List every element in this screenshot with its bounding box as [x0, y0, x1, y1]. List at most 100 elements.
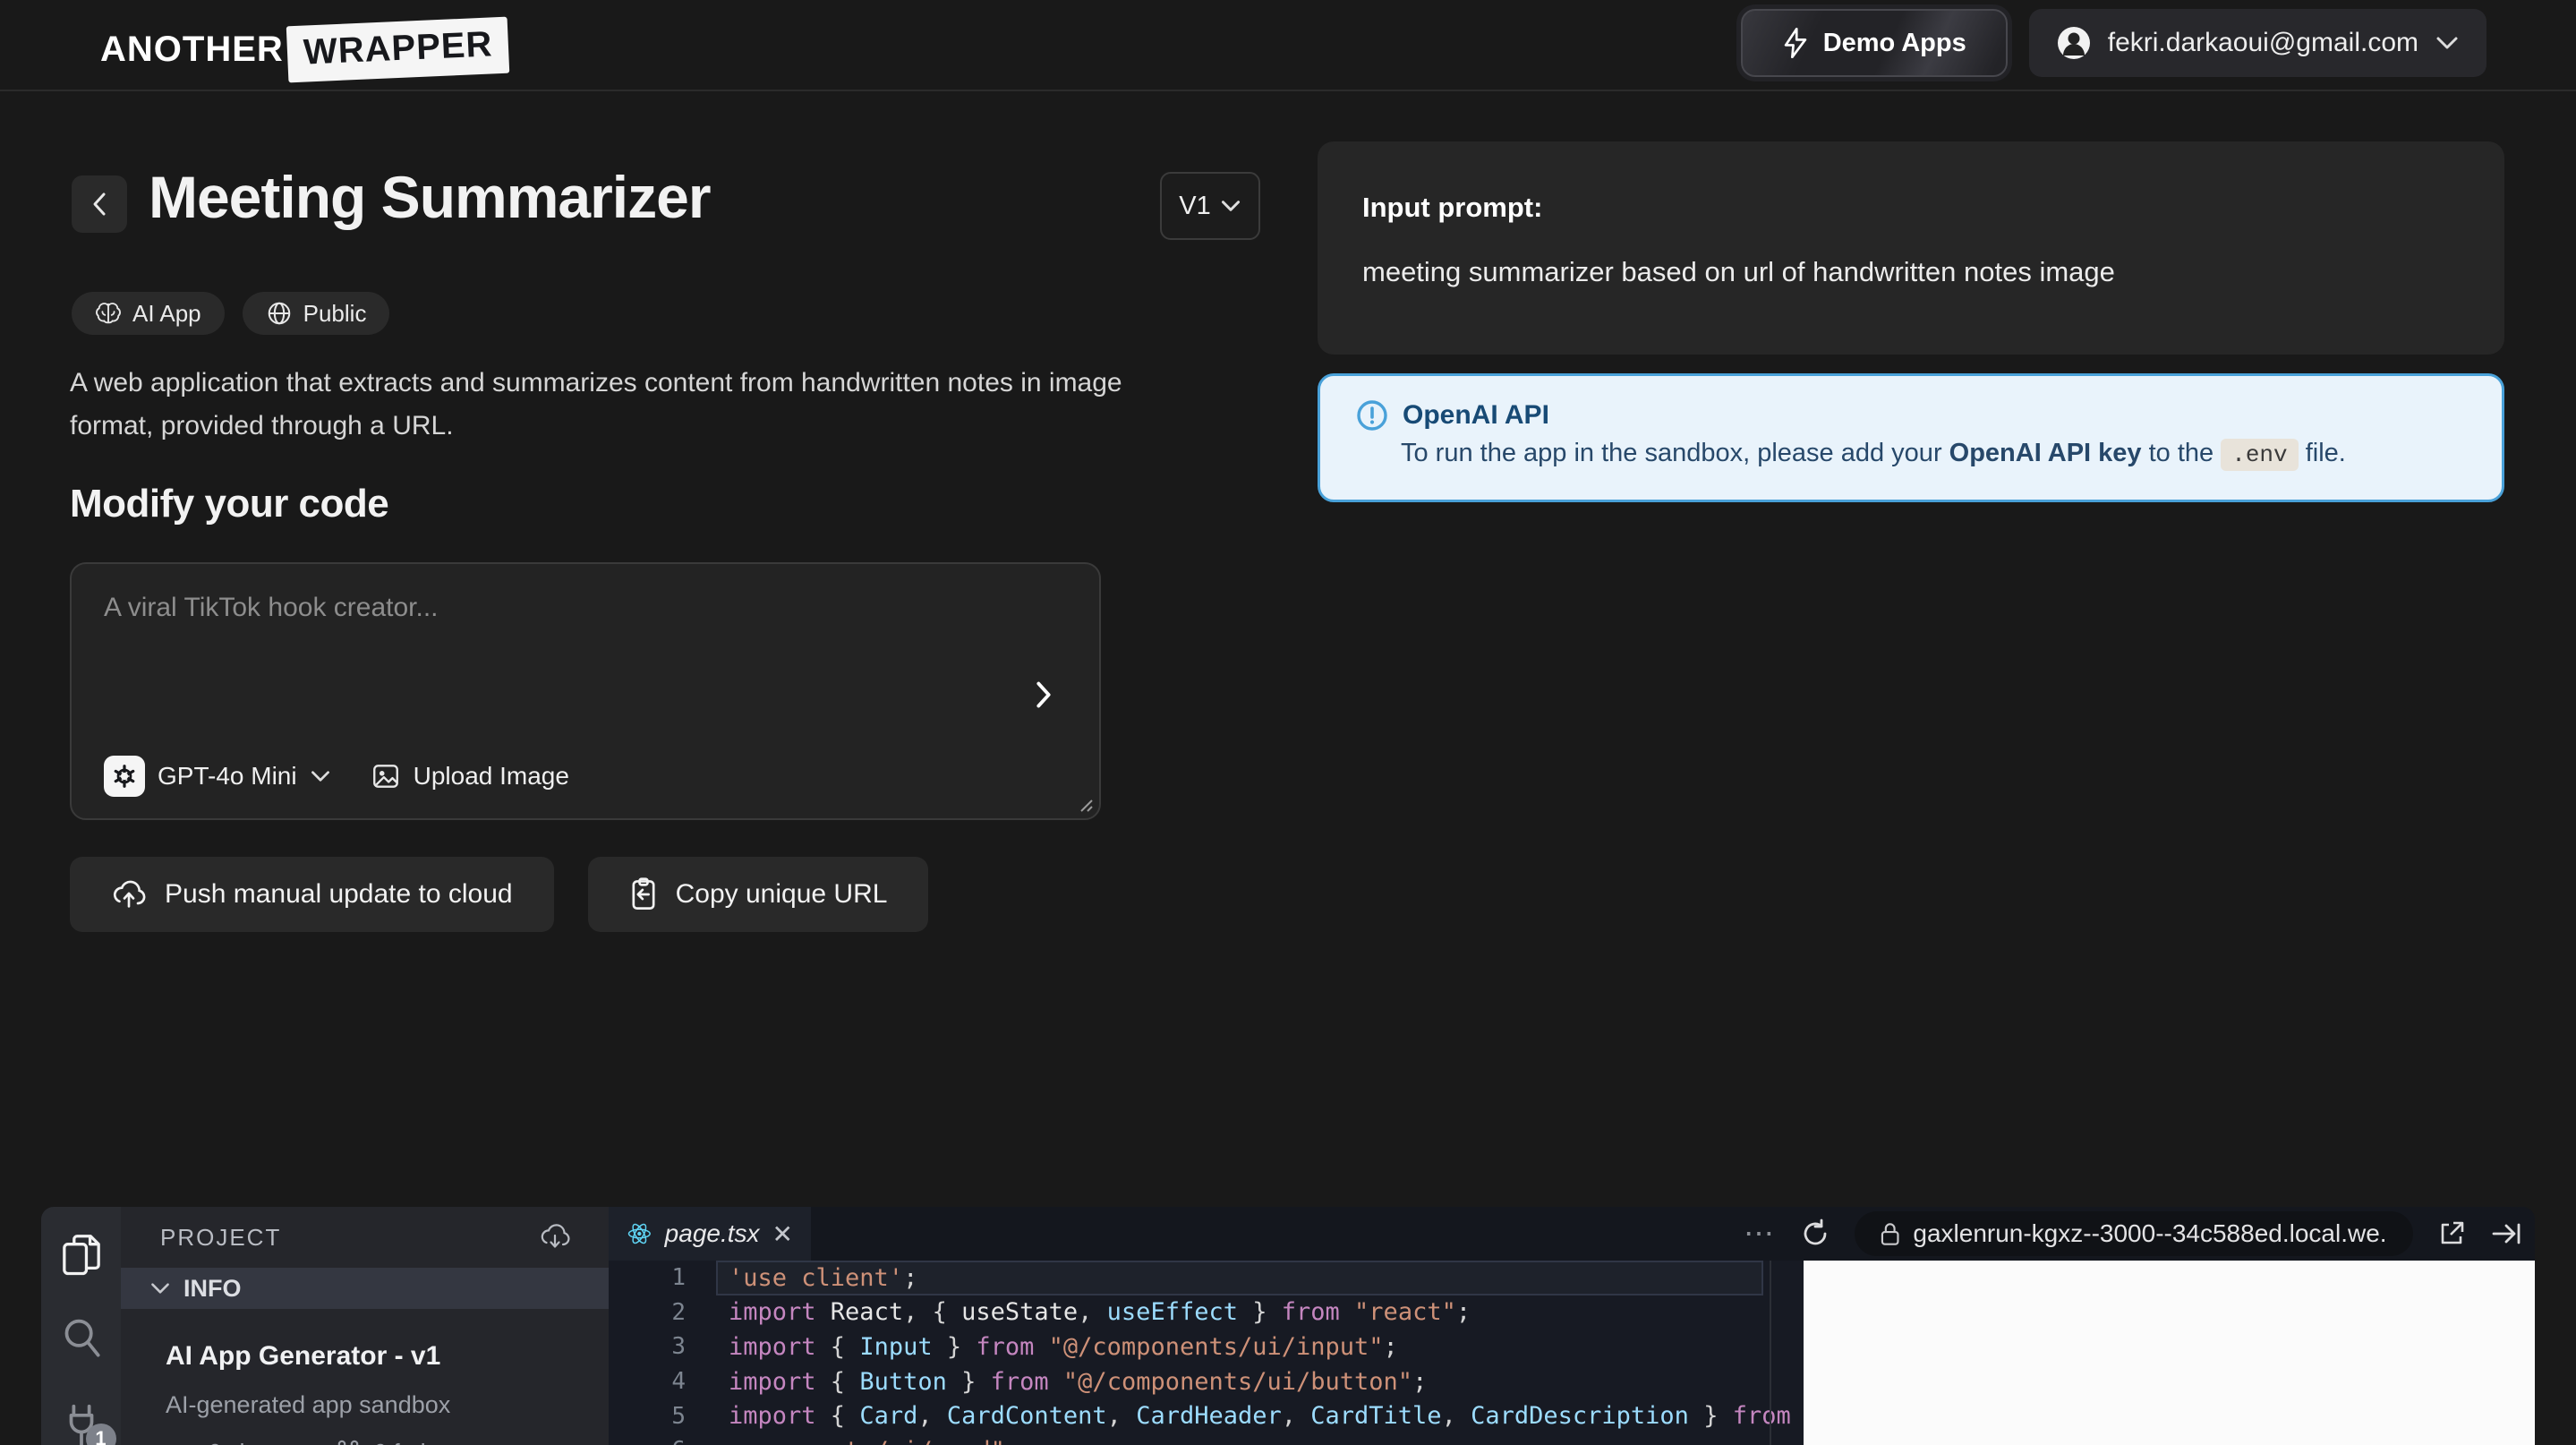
chevron-down-icon	[311, 771, 329, 782]
image-icon	[372, 765, 398, 788]
files-icon[interactable]	[60, 1232, 103, 1278]
globe-icon	[266, 300, 293, 327]
code-line[interactable]: 4 import { Button } from "@/components/ui…	[609, 1364, 1763, 1399]
demo-apps-button[interactable]: Demo Apps	[1740, 9, 2008, 77]
top-header: ANOTHER WRAPPER Demo Apps fekri.darkaoui…	[0, 0, 2576, 91]
logo-text-wrapper: WRAPPER	[286, 16, 510, 83]
lightning-icon	[1782, 28, 1809, 58]
openai-api-alert: OpenAI API To run the app in the sandbox…	[1318, 373, 2504, 502]
editor-scrollbar[interactable]	[1770, 1261, 1771, 1445]
code-line[interactable]: 6components/ui/card";	[609, 1433, 1763, 1445]
project-panel-label: PROJECT	[160, 1223, 282, 1251]
more-actions-icon[interactable]: ⋯	[1744, 1216, 1776, 1252]
ai-app-badge: AI App	[72, 292, 225, 335]
sandbox-app-subtitle: AI-generated app sandbox	[166, 1391, 451, 1418]
code-text: import React, { useState, useEffect } fr…	[729, 1298, 1471, 1327]
alert-body: To run the app in the sandbox, please ad…	[1401, 439, 2466, 471]
tab-filename: page.tsx	[664, 1219, 760, 1247]
anotherwrapper-logo[interactable]: ANOTHER WRAPPER	[100, 16, 510, 83]
eye-icon	[166, 1442, 194, 1445]
openai-logo-icon	[104, 756, 145, 797]
clipboard-icon	[632, 877, 655, 910]
logo-text-another: ANOTHER	[100, 30, 284, 69]
resize-handle[interactable]	[1074, 793, 1094, 813]
cloud-download-icon[interactable]	[539, 1224, 571, 1251]
app-root: ANOTHER WRAPPER Demo Apps fekri.darkaoui…	[0, 0, 2576, 1445]
demo-apps-label: Demo Apps	[1822, 28, 1966, 57]
upload-image-label: Upload Image	[413, 762, 569, 790]
code-text: import { Card, CardContent, CardHeader, …	[729, 1402, 1849, 1431]
forks-count: 0 forks	[374, 1439, 444, 1445]
chevron-down-icon	[2435, 35, 2460, 51]
code-area[interactable]: 1 'use client'; 2 import React, { useState,…	[609, 1261, 1849, 1445]
push-to-cloud-button[interactable]: Push manual update to cloud	[70, 857, 554, 932]
sandbox-editor-panel: 1 PROJECT INFO AI App Generator - v1 AI-…	[41, 1207, 2535, 1445]
sandbox-app-title: AI App Generator - v1	[166, 1341, 441, 1371]
version-dropdown[interactable]: V1	[1160, 172, 1260, 240]
modify-prompt-box: GPT-4o Mini Upload Image	[70, 562, 1101, 820]
prompt-input[interactable]	[104, 593, 1017, 736]
code-line[interactable]: 1 'use client';	[609, 1261, 1763, 1295]
preview-url-text: gaxlenrun-kgxz--3000--34c588ed.local.we.…	[1913, 1219, 2388, 1247]
sidebar-info-section[interactable]: INFO	[121, 1268, 609, 1309]
badge-label: Public	[303, 299, 367, 327]
alert-body-text: to the	[2141, 439, 2222, 467]
env-file-chip: .env	[2221, 439, 2299, 471]
search-icon[interactable]	[61, 1316, 102, 1361]
push-to-cloud-label: Push manual update to cloud	[165, 879, 513, 909]
preview-url-bar[interactable]: gaxlenrun-kgxz--3000--34c588ed.local.we.…	[1855, 1211, 2413, 1256]
copy-unique-url-button[interactable]: Copy unique URL	[587, 857, 929, 932]
input-prompt-label: Input prompt:	[1362, 192, 1543, 223]
code-line[interactable]: 2 import React, { useState, useEffect } f…	[609, 1295, 1763, 1330]
send-prompt-button[interactable]	[1024, 675, 1063, 714]
code-text: 'use client';	[716, 1261, 1763, 1295]
line-number: 2	[671, 1298, 686, 1326]
code-text: import { Input } from "@/components/ui/i…	[729, 1332, 1398, 1361]
project-sidebar: PROJECT INFO AI App Generator - v1 AI-ge…	[121, 1207, 609, 1445]
account-menu-button[interactable]: fekri.darkaoui@gmail.com	[2028, 9, 2486, 77]
plugins-icon[interactable]: 1	[61, 1398, 116, 1445]
account-email: fekri.darkaoui@gmail.com	[2107, 28, 2418, 57]
refresh-icon[interactable]	[1799, 1218, 1831, 1250]
info-circle-icon	[1357, 400, 1387, 431]
model-label: GPT-4o Mini	[158, 762, 297, 790]
line-number: 4	[671, 1368, 686, 1396]
line-number: 6	[609, 1437, 716, 1445]
copy-unique-url-label: Copy unique URL	[675, 879, 888, 909]
chevron-down-icon	[151, 1283, 169, 1294]
page-title: Meeting Summarizer	[149, 164, 711, 230]
badge-row: AI App Public	[72, 292, 390, 335]
editor-activity-bar: 1	[41, 1207, 121, 1445]
chevron-down-icon	[1221, 201, 1240, 211]
line-number: 5	[671, 1402, 686, 1430]
open-external-icon[interactable]	[2436, 1218, 2467, 1249]
version-label: V1	[1179, 191, 1211, 220]
model-select-dropdown[interactable]: GPT-4o Mini	[104, 756, 331, 797]
views-count: 0 views	[209, 1439, 286, 1445]
code-line[interactable]: 3 import { Input } from "@/components/ui/…	[609, 1330, 1763, 1364]
lock-icon	[1881, 1223, 1899, 1245]
line-number: 1	[671, 1264, 686, 1292]
alert-body-bold: OpenAI API key	[1949, 439, 2142, 467]
open-panel-arrow-icon[interactable]	[2490, 1219, 2522, 1248]
chevron-right-icon	[1036, 681, 1051, 708]
avatar-icon	[2056, 25, 2092, 61]
alert-body-text: file.	[2298, 439, 2346, 467]
code-line[interactable]: 5 import { Card, CardContent, CardHeader,…	[609, 1398, 1848, 1433]
tab-page-tsx[interactable]: page.tsx ✕	[609, 1207, 811, 1261]
app-preview-pane[interactable]	[1804, 1261, 2535, 1445]
upload-image-button[interactable]: Upload Image	[371, 761, 569, 791]
info-section-label: INFO	[183, 1274, 242, 1302]
code-editor-zone: page.tsx ✕ ⋯ gaxlenrun-kgxz--3000--34c58…	[609, 1207, 2535, 1445]
plugins-count-badge: 1	[85, 1424, 116, 1445]
input-prompt-card: Input prompt: meeting summarizer based o…	[1318, 141, 2504, 355]
fork-icon	[337, 1440, 359, 1445]
modify-code-heading: Modify your code	[70, 482, 389, 526]
back-button[interactable]	[72, 175, 127, 233]
app-description: A web application that extracts and summ…	[70, 368, 1122, 440]
brain-icon	[95, 300, 122, 327]
code-text: import { Button } from "@/components/ui/…	[729, 1367, 1428, 1396]
close-tab-icon[interactable]: ✕	[772, 1219, 793, 1249]
input-prompt-value: meeting summarizer based on url of handw…	[1362, 256, 2115, 287]
badge-label: AI App	[132, 299, 201, 327]
